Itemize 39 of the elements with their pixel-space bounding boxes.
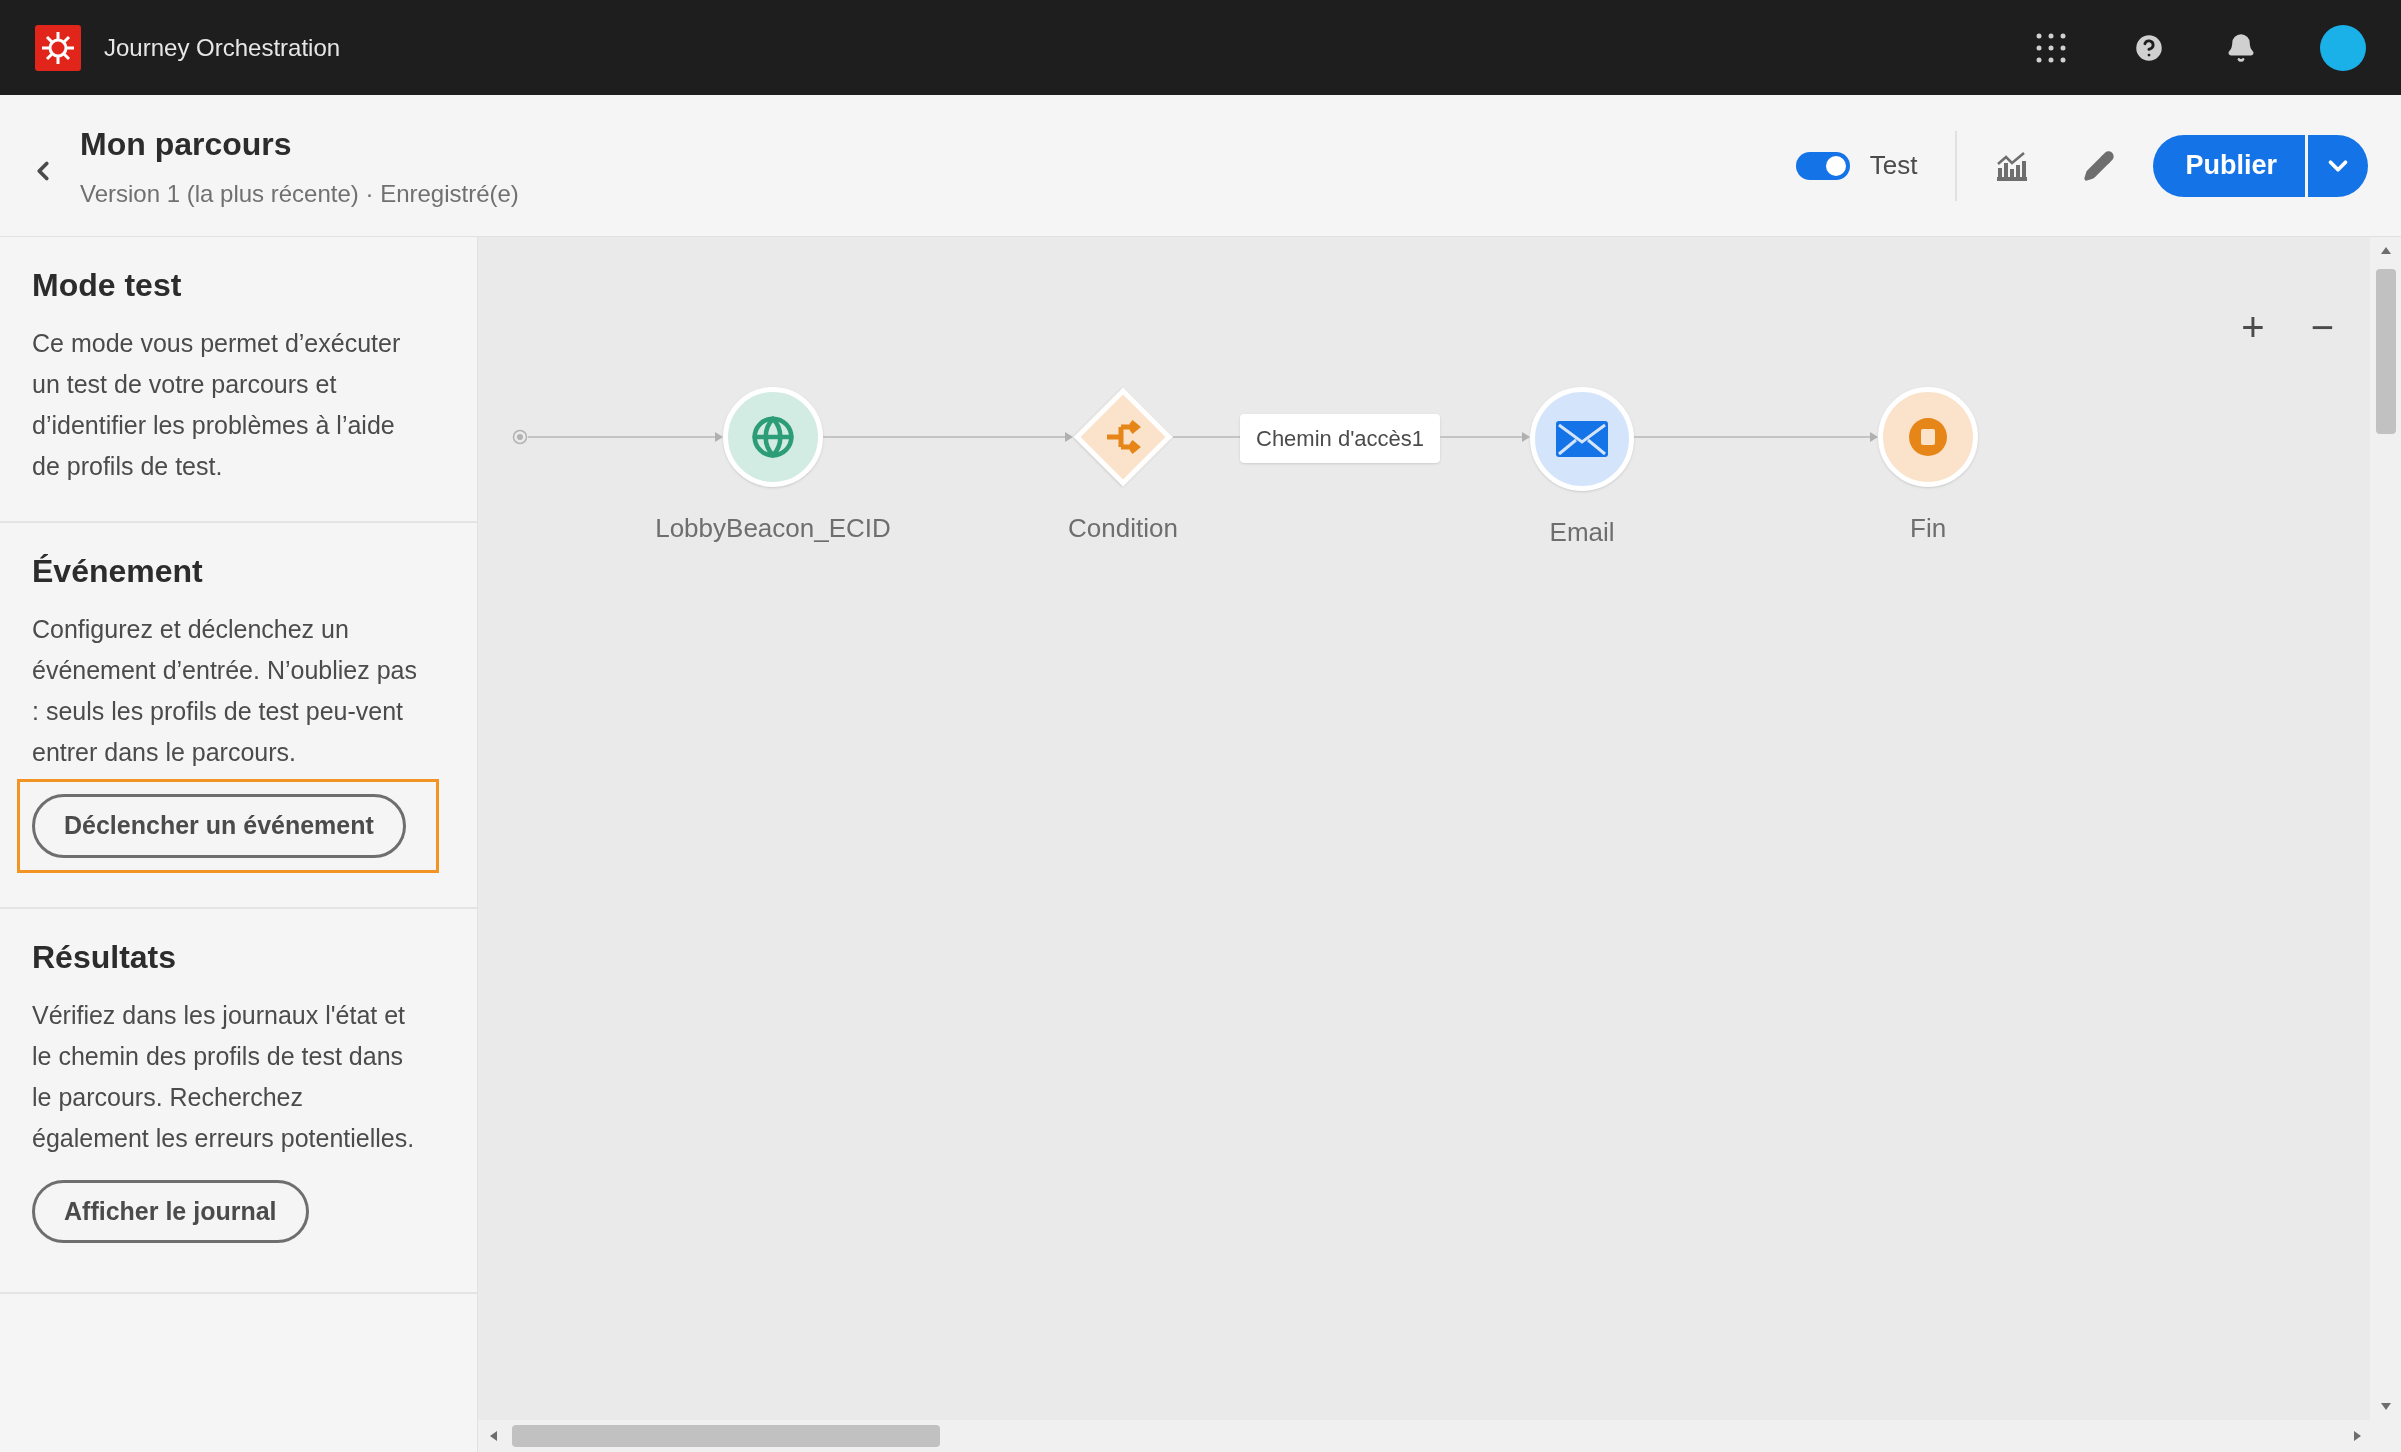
publish-dropdown[interactable] [2308,134,2368,197]
start-point-icon [512,429,528,445]
node-label: Condition [1068,512,1178,545]
notification-icon[interactable] [2226,32,2256,63]
node-label: Email [1549,516,1615,549]
horizontal-scrollbar[interactable] [478,1420,2401,1452]
section-description: Ce mode vous permet d’exécuter un test de votre parcours et d’identifier les problèmes à l’aide de profils de test. [32,328,402,482]
logo-icon[interactable] [35,24,81,71]
scroll-down-icon[interactable] [2379,1402,2392,1412]
section-button[interactable]: Déclencher un événement [32,794,406,858]
vertical-scrollbar[interactable] [2370,237,2401,1420]
section-description: Configurez et déclenchez un événement d’entrée. N’oubliez pas : seuls les profils de test peu-vent entrer dans le parcours. [32,614,418,768]
section-title: Événement [32,552,204,591]
zoom-in-button[interactable]: + [2241,307,2265,347]
scrollbar-thumb[interactable] [512,1425,940,1447]
journey-title: Mon parcours [80,124,293,164]
scroll-left-icon[interactable] [488,1430,498,1442]
edit-icon[interactable] [2083,149,2116,182]
stop-icon [1908,417,1949,457]
journey-subtitle: Version 1 (la plus récente) · Enregistré(e) [80,178,519,209]
section-title: Résultats [32,937,178,977]
avatar[interactable] [2320,24,2366,71]
node-label: LobbyBeacon_ECID [655,512,891,545]
path-label: Chemin d'accès1 [1240,414,1441,463]
test-toggle[interactable]: Test [1795,146,1918,185]
scrollbar-thumb[interactable] [2375,269,2396,434]
envelope-icon [1556,421,1609,457]
section-button[interactable]: Afficher le journal [32,1179,309,1243]
globe-icon [751,415,795,459]
chart-icon[interactable] [1995,150,2030,181]
node-label: Fin [1910,512,1947,545]
scroll-right-icon[interactable] [2353,1430,2363,1442]
app-name: Journey Orchestration [104,32,341,63]
apps-grid-icon[interactable] [2036,32,2066,63]
section-description: Vérifiez dans les journaux l'état et le chemin des profils de test dans le parcours. Recherchez également les erreurs potentielles. [32,999,416,1154]
scroll-up-icon[interactable] [2379,245,2392,255]
zoom-out-button[interactable]: − [2310,307,2334,347]
publish-button[interactable]: Publier [2153,134,2305,197]
section-title: Mode test [32,266,183,305]
